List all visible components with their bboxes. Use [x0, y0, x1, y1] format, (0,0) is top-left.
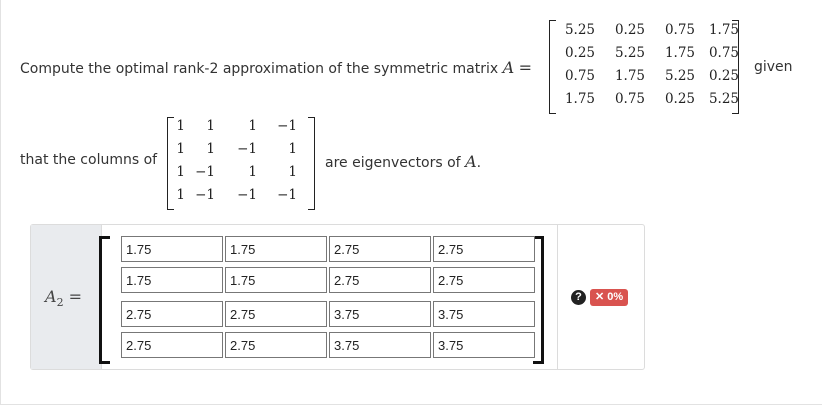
eigenvector-matrix-entry: 1: [206, 118, 215, 134]
answer-label-subscript: 2: [56, 296, 64, 310]
matrix-symbol-A: A: [502, 58, 515, 77]
answer-input-r1-c1[interactable]: [121, 236, 223, 262]
matrix-A-entry: 0.75: [564, 68, 595, 84]
eigenvector-matrix-entry: −1: [195, 187, 215, 203]
answer-input-r2-c2[interactable]: [225, 267, 327, 293]
matrix-A-entry: 5.25: [564, 22, 595, 38]
eigenvector-matrix-entry: 1: [176, 187, 185, 203]
answer-input-r4-c1[interactable]: [121, 332, 223, 358]
matrix-A-entry: 0.25: [614, 22, 645, 38]
help-icon[interactable]: ?: [571, 290, 586, 305]
question-line1-text: Compute the optimal rank-2 approximation…: [20, 61, 499, 77]
eigenvector-matrix-entry: 1: [288, 141, 297, 157]
matrix-A-entry: 0.75: [664, 22, 695, 38]
eigenvector-matrix-entry: 1: [248, 164, 257, 180]
matrix-A-entry: 0.25: [664, 91, 695, 107]
eigen-symbol-A: A: [465, 152, 477, 171]
status-cell: ? ✕ 0%: [557, 225, 644, 369]
answer-input-r4-c3[interactable]: [329, 332, 431, 358]
answer-input-r3-c1[interactable]: [121, 301, 223, 327]
eigenvector-matrix-entry: −1: [277, 118, 297, 134]
question-line1: Compute the optimal rank-2 approximation…: [20, 58, 532, 77]
answer-input-r2-c4[interactable]: [433, 267, 535, 293]
matrix-A-entry: 5.25: [708, 91, 739, 107]
question-line2-period: .: [476, 155, 482, 171]
answer-input-r4-c4[interactable]: [433, 332, 535, 358]
answer-input-r1-c4[interactable]: [433, 236, 535, 262]
matrix-A-entry: 0.75: [708, 45, 739, 61]
given-word: given: [754, 59, 793, 75]
answer-left-bracket: [99, 236, 110, 364]
matrix-A-entry: 1.75: [614, 68, 645, 84]
answer-panel: A2 = ? ✕ 0%: [30, 224, 645, 370]
answer-label-cell: A2 =: [31, 225, 102, 369]
question-line2-suffix: are eigenvectors of A.: [325, 152, 481, 171]
answer-input-r1-c2[interactable]: [225, 236, 327, 262]
answer-input-r4-c2[interactable]: [225, 332, 327, 358]
question-line2-prefix: that the columns of: [20, 152, 158, 168]
matrix-A-entry: 1.75: [664, 45, 695, 61]
eigenvector-matrix-entry: 1: [288, 164, 297, 180]
eigenvector-matrix-entry: −1: [195, 164, 215, 180]
answer-label: A2 =: [45, 287, 82, 309]
matrix-A-entry: 0.25: [708, 68, 739, 84]
eigenvector-matrix-entry: 1: [248, 118, 257, 134]
eigenvector-matrix-entry: −1: [237, 187, 257, 203]
matrix-A: 5.25 0.25 0.75 1.75 0.25 5.25 1.75 0.75 0.75 1.75…: [549, 20, 739, 114]
eigenvector-matrix-entry: −1: [237, 141, 257, 157]
answer-input-r2-c1[interactable]: [121, 267, 223, 293]
eigenvector-matrix-entry: 1: [176, 118, 185, 134]
answer-label-symbol: A: [45, 287, 57, 306]
equals-sign: =: [518, 58, 533, 77]
matrix-A-entry: 5.25: [664, 68, 695, 84]
eigenvector-matrix: 1 1 1 −1 1 1 −1 1 1 −1 1 1 1 −1 −1 −1: [167, 117, 315, 210]
question-line2-suffix-text: are eigenvectors of: [325, 155, 461, 171]
answer-label-equals: =: [68, 287, 83, 306]
matrix-A-entry: 0.25: [564, 45, 595, 61]
answer-input-r3-c4[interactable]: [433, 301, 535, 327]
score-badge: ✕ 0%: [590, 289, 629, 306]
answer-input-r3-c3[interactable]: [329, 301, 431, 327]
eigenvector-matrix-entry: 1: [176, 141, 185, 157]
matrix-A-entry: 1.75: [564, 91, 595, 107]
answer-input-r3-c2[interactable]: [225, 301, 327, 327]
eigenvector-matrix-entry: 1: [176, 164, 185, 180]
matrix-A-entry: 0.75: [614, 91, 645, 107]
matrix-A-entry: 5.25: [614, 45, 645, 61]
answer-input-r1-c3[interactable]: [329, 236, 431, 262]
matrix-A-entry: 1.75: [708, 22, 739, 38]
eigenvector-matrix-entry: 1: [206, 141, 215, 157]
eigenvector-matrix-entry: −1: [277, 187, 297, 203]
answer-input-r2-c3[interactable]: [329, 267, 431, 293]
